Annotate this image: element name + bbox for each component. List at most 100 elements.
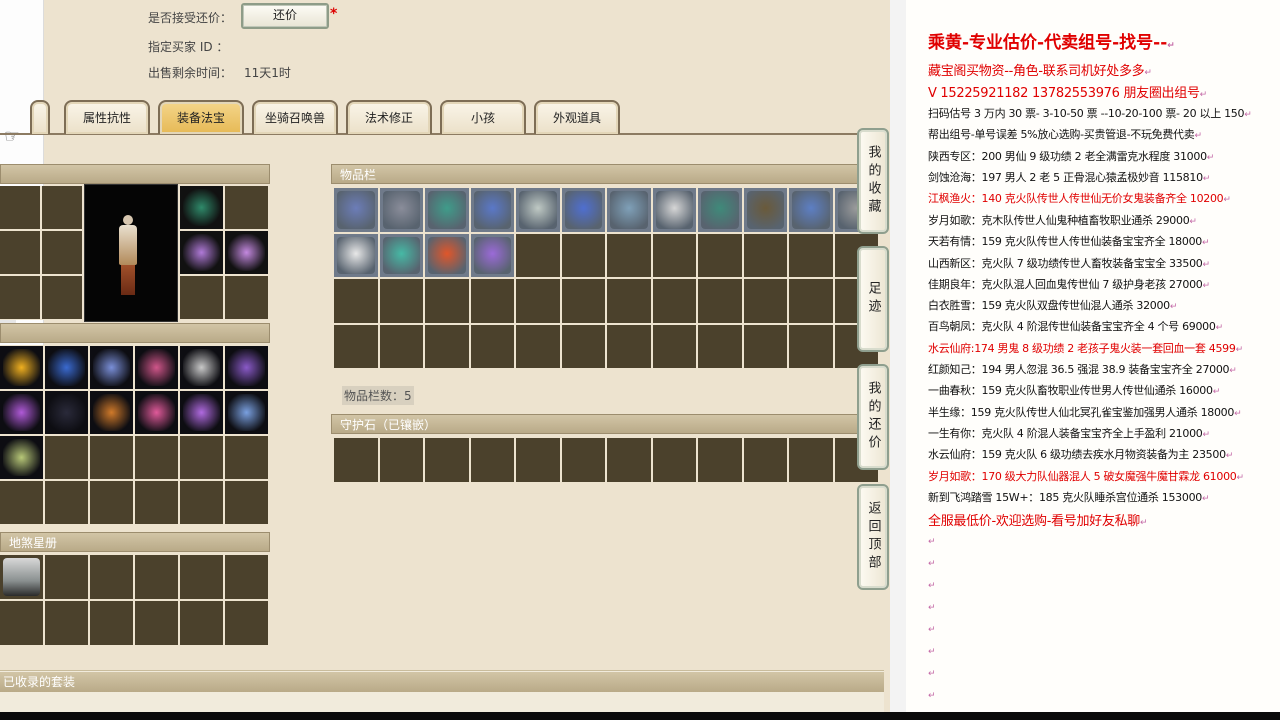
equipment-slot[interactable] <box>225 186 268 229</box>
guard-stone-slot[interactable] <box>379 438 423 482</box>
inventory-slot[interactable] <box>425 279 469 323</box>
back-to-top-button[interactable]: 返回顶部 <box>857 484 889 590</box>
inventory-slot[interactable] <box>470 279 514 323</box>
inventory-slot[interactable] <box>607 279 651 323</box>
inventory-slot[interactable] <box>516 188 560 232</box>
guard-stone-slot[interactable] <box>470 438 514 482</box>
guard-stone-slot[interactable] <box>561 438 605 482</box>
equipment-slot[interactable] <box>42 276 82 319</box>
treasure-slot[interactable] <box>0 481 43 524</box>
inventory-slot[interactable] <box>789 233 833 277</box>
tab-child[interactable]: 小孩 <box>440 100 526 134</box>
tab-mounts-pets[interactable]: 坐骑召唤兽 <box>252 100 338 134</box>
treasure-slot[interactable] <box>90 391 133 434</box>
inventory-slot[interactable] <box>561 279 605 323</box>
guard-stone-slot[interactable] <box>743 438 787 482</box>
treasure-slot[interactable] <box>0 346 43 389</box>
treasure-slot[interactable] <box>135 481 178 524</box>
inventory-slot[interactable] <box>561 324 605 368</box>
equipment-slot[interactable] <box>180 276 223 319</box>
star-book-slot[interactable] <box>45 555 88 599</box>
guard-stone-slot[interactable] <box>789 438 833 482</box>
inventory-slot[interactable] <box>743 233 787 277</box>
guard-stone-slot[interactable] <box>698 438 742 482</box>
treasure-slot[interactable] <box>90 436 133 479</box>
treasure-slot[interactable] <box>0 391 43 434</box>
star-book-slot[interactable] <box>225 555 268 599</box>
treasure-slot[interactable] <box>135 436 178 479</box>
inventory-slot[interactable] <box>379 188 423 232</box>
inventory-slot[interactable] <box>652 233 696 277</box>
inventory-slot[interactable] <box>561 188 605 232</box>
star-book-slot[interactable] <box>225 601 268 645</box>
star-book-slot[interactable] <box>0 601 43 645</box>
inventory-slot[interactable] <box>334 279 378 323</box>
footprint-button[interactable]: 足迹 <box>857 246 889 352</box>
inventory-slot[interactable] <box>698 233 742 277</box>
inventory-slot[interactable] <box>698 279 742 323</box>
inventory-slot[interactable] <box>789 324 833 368</box>
guard-stone-slot[interactable] <box>516 438 560 482</box>
treasure-slot[interactable] <box>90 346 133 389</box>
inventory-slot[interactable] <box>743 324 787 368</box>
inventory-slot[interactable] <box>470 233 514 277</box>
tab-equipment[interactable]: 装备法宝 <box>158 100 244 134</box>
my-favorites-button[interactable]: 我的收藏 <box>857 128 889 234</box>
treasure-slot[interactable] <box>135 391 178 434</box>
equipment-slot[interactable] <box>42 231 82 274</box>
tab-appearance[interactable]: 外观道具 <box>534 100 620 134</box>
equipment-slot[interactable] <box>0 186 40 229</box>
treasure-slot[interactable] <box>45 391 88 434</box>
guard-stone-slot[interactable] <box>607 438 651 482</box>
treasure-slot[interactable] <box>45 436 88 479</box>
treasure-slot[interactable] <box>45 346 88 389</box>
treasure-slot[interactable] <box>225 481 268 524</box>
star-book-slot[interactable] <box>0 555 43 599</box>
treasure-slot[interactable] <box>45 481 88 524</box>
guard-stone-slot[interactable] <box>652 438 696 482</box>
inventory-slot[interactable] <box>698 324 742 368</box>
treasure-slot[interactable] <box>180 391 223 434</box>
inventory-slot[interactable] <box>743 279 787 323</box>
inventory-slot[interactable] <box>652 279 696 323</box>
treasure-slot[interactable] <box>180 481 223 524</box>
star-book-slot[interactable] <box>135 555 178 599</box>
inventory-slot[interactable] <box>743 188 787 232</box>
treasure-slot[interactable] <box>225 346 268 389</box>
inventory-slot[interactable] <box>334 233 378 277</box>
treasure-slot[interactable] <box>135 346 178 389</box>
inventory-slot[interactable] <box>470 324 514 368</box>
counter-offer-button[interactable]: 还价 <box>241 3 329 29</box>
inventory-slot[interactable] <box>698 188 742 232</box>
star-book-slot[interactable] <box>180 601 223 645</box>
treasure-slot[interactable] <box>180 436 223 479</box>
inventory-slot[interactable] <box>561 233 605 277</box>
inventory-slot[interactable] <box>652 188 696 232</box>
inventory-slot[interactable] <box>334 324 378 368</box>
inventory-slot[interactable] <box>607 324 651 368</box>
equipment-slot[interactable] <box>42 186 82 229</box>
treasure-slot[interactable] <box>90 481 133 524</box>
inventory-slot[interactable] <box>425 324 469 368</box>
star-book-slot[interactable] <box>45 601 88 645</box>
tab-attributes[interactable]: 属性抗性 <box>64 100 150 134</box>
equipment-slot[interactable] <box>225 231 268 274</box>
inventory-slot[interactable] <box>379 324 423 368</box>
equipment-slot[interactable] <box>0 276 40 319</box>
equipment-slot[interactable] <box>225 276 268 319</box>
inventory-slot[interactable] <box>607 233 651 277</box>
my-counter-offers-button[interactable]: 我的还价 <box>857 364 889 470</box>
treasure-slot[interactable] <box>0 436 43 479</box>
inventory-slot[interactable] <box>470 188 514 232</box>
treasure-slot[interactable] <box>225 436 268 479</box>
guard-stone-slot[interactable] <box>334 438 378 482</box>
inventory-slot[interactable] <box>334 188 378 232</box>
inventory-slot[interactable] <box>516 324 560 368</box>
treasure-slot[interactable] <box>180 346 223 389</box>
guard-stone-slot[interactable] <box>425 438 469 482</box>
star-book-slot[interactable] <box>180 555 223 599</box>
inventory-slot[interactable] <box>379 279 423 323</box>
star-book-slot[interactable] <box>90 601 133 645</box>
equipment-slot[interactable] <box>0 231 40 274</box>
star-book-slot[interactable] <box>90 555 133 599</box>
